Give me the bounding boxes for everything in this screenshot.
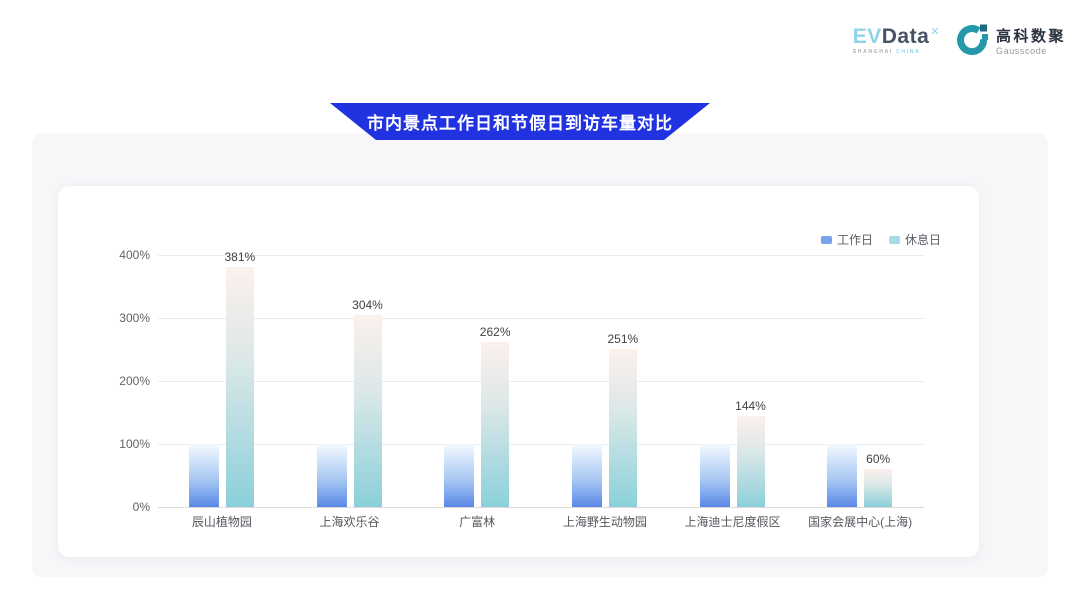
bar-restday-1: [354, 315, 382, 507]
header-logos: EVData✕ SHANGHAI CHINA 高科数聚 Gausscode: [853, 22, 1066, 63]
bar-workday-2: [444, 444, 474, 507]
evdata-wordmark: EVData✕: [853, 26, 940, 47]
bar-restday-2: [481, 342, 509, 507]
bar-restday-0: [226, 267, 254, 507]
x-category-label-4: 上海迪士尼度假区: [669, 515, 797, 529]
gausscode-g-icon: [956, 22, 990, 63]
x-category-label-1: 上海欢乐谷: [286, 515, 414, 529]
x-category-label-5: 国家会展中心(上海): [796, 515, 924, 529]
x-axis-labels: 辰山植物园上海欢乐谷广富林上海野生动物园上海迪士尼度假区国家会展中心(上海): [158, 515, 924, 535]
legend-label: 休息日: [905, 231, 941, 248]
bar-workday-4: [700, 444, 730, 507]
bar-workday-3: [572, 444, 602, 507]
legend-item-workday[interactable]: 工作日: [821, 231, 873, 248]
bar-restday-3: [609, 349, 637, 507]
y-tick-label-400: 400%: [119, 248, 150, 262]
evdata-data-text: Data: [882, 25, 930, 48]
y-tick-label-100: 100%: [119, 437, 150, 451]
bar-workday-1: [317, 444, 347, 507]
chart-legend: 工作日 休息日: [821, 231, 941, 248]
evdata-ev-text: EV: [853, 25, 882, 48]
gridline-100: [158, 444, 924, 445]
evdata-x-icon: ✕: [930, 26, 940, 38]
chart-title-banner: 市内景点工作日和节假日到访车量对比: [330, 103, 710, 140]
chart-card: 工作日 休息日 0% 100% 200% 300% 400% 381% 304% 262% 25…: [57, 185, 980, 558]
evdata-logo: EVData✕ SHANGHAI CHINA: [853, 22, 940, 55]
data-label-restday-3: 251%: [593, 332, 653, 346]
data-label-restday-4: 144%: [721, 399, 781, 413]
gridline-0: [158, 507, 924, 508]
legend-item-restday[interactable]: 休息日: [889, 231, 941, 248]
x-category-label-3: 上海野生动物园: [541, 515, 669, 529]
y-axis-labels: 0% 100% 200% 300% 400%: [58, 186, 150, 557]
y-tick-label-200: 200%: [119, 374, 150, 388]
bar-restday-4: [737, 416, 765, 507]
legend-marker-icon: [889, 236, 900, 244]
y-tick-label-0: 0%: [133, 500, 150, 514]
bar-restday-5: [864, 469, 892, 507]
gridline-400: [158, 255, 924, 256]
x-category-label-0: 辰山植物园: [158, 515, 286, 529]
gausscode-cn-name: 高科数聚: [996, 29, 1066, 46]
page-title: 市内景点工作日和节假日到访车量对比: [367, 109, 673, 134]
legend-marker-icon: [821, 236, 832, 244]
data-label-restday-0: 381%: [210, 250, 270, 264]
bar-workday-0: [189, 444, 219, 507]
evdata-subtitle-left: SHANGHAI: [853, 49, 893, 55]
data-label-restday-5: 60%: [848, 452, 908, 466]
evdata-subtitle: SHANGHAI CHINA: [853, 50, 940, 55]
evdata-subtitle-right: CHINA: [896, 49, 920, 55]
gausscode-logo: 高科数聚 Gausscode: [956, 22, 1066, 63]
x-category-label-2: 广富林: [413, 515, 541, 529]
legend-label: 工作日: [837, 231, 873, 248]
chart-plot: 381%304%262%251%144%60%: [158, 255, 924, 507]
page: EVData✕ SHANGHAI CHINA 高科数聚 Gausscode 市内…: [0, 0, 1080, 608]
gridline-300: [158, 318, 924, 319]
gausscode-en-name: Gausscode: [996, 47, 1066, 56]
y-tick-label-300: 300%: [119, 311, 150, 325]
gausscode-text: 高科数聚 Gausscode: [996, 29, 1066, 57]
chart-panel: 工作日 休息日 0% 100% 200% 300% 400% 381% 304% 262% 25…: [32, 133, 1048, 577]
gridline-200: [158, 381, 924, 382]
data-label-restday-1: 304%: [338, 298, 398, 312]
data-label-restday-2: 262%: [465, 325, 525, 339]
